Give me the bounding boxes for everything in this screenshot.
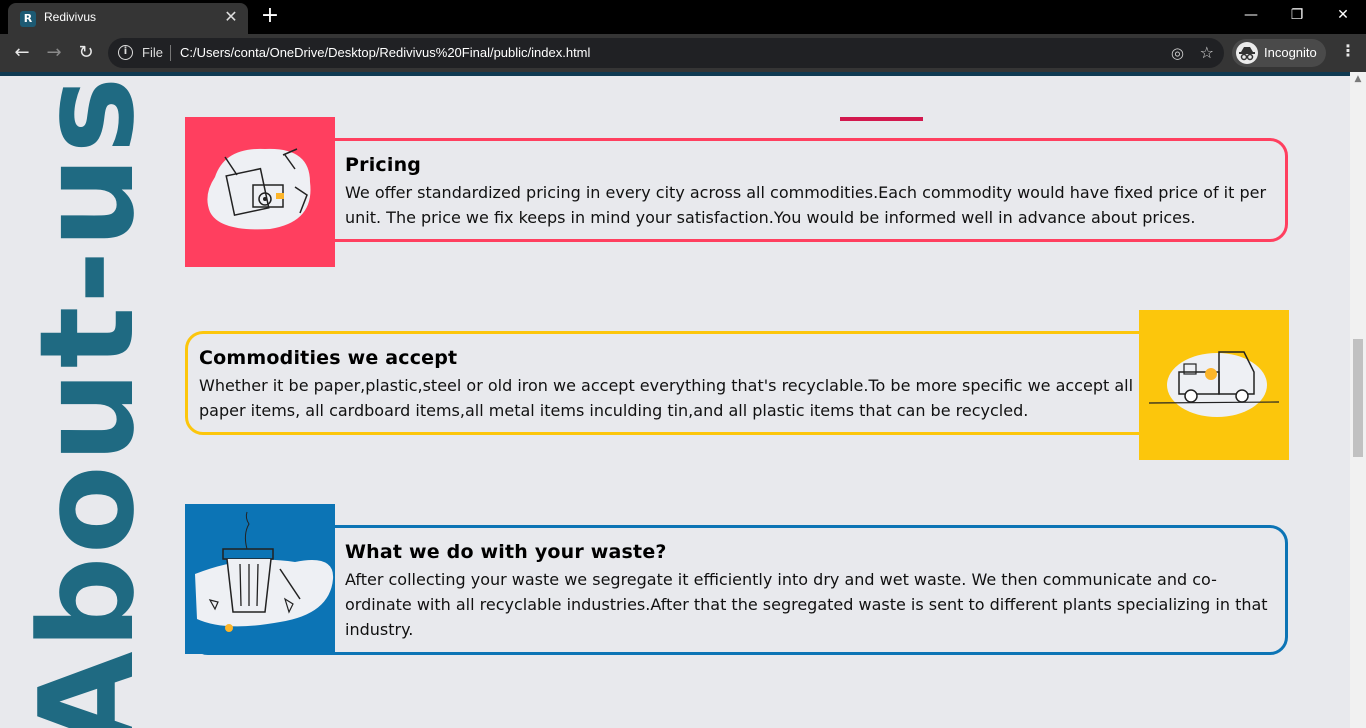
browser-tab[interactable]: R Redivivus ✕ bbox=[8, 3, 248, 34]
commodities-text: Whether it be paper,plastic,steel or old… bbox=[199, 376, 1134, 420]
address-divider bbox=[170, 45, 171, 61]
incognito-icon bbox=[1236, 42, 1258, 64]
scroll-thumb[interactable] bbox=[1353, 339, 1363, 457]
about-section: About-us Pricing We offer standardized p… bbox=[0, 76, 1350, 728]
browser-menu-icon[interactable]: ⋮ bbox=[1338, 41, 1358, 60]
site-info-icon[interactable]: i bbox=[118, 45, 133, 60]
favicon-icon: R bbox=[20, 11, 36, 27]
back-button[interactable]: ← bbox=[10, 41, 34, 65]
restore-button[interactable]: ❐ bbox=[1274, 5, 1320, 27]
tab-strip: R Redivivus ✕ + — ❐ ✕ bbox=[0, 0, 1366, 34]
reload-button[interactable]: ↻ bbox=[74, 41, 98, 65]
waste-title: What we do with your waste? bbox=[345, 541, 667, 563]
window-close-button[interactable]: ✕ bbox=[1320, 5, 1366, 27]
bookmark-star-icon[interactable]: ☆ bbox=[1200, 43, 1214, 62]
minimize-button[interactable]: — bbox=[1228, 5, 1274, 27]
new-tab-button[interactable]: + bbox=[258, 5, 282, 29]
about-us-vertical-title: About-us bbox=[11, 76, 163, 728]
incognito-label: Incognito bbox=[1264, 45, 1317, 60]
scheme-label: File bbox=[142, 45, 163, 60]
tracking-blocked-icon[interactable]: ◎ bbox=[1171, 44, 1184, 62]
pricing-title: Pricing bbox=[345, 154, 422, 176]
scroll-up-arrow-icon[interactable]: ▲ bbox=[1350, 74, 1366, 84]
incognito-badge[interactable]: Incognito bbox=[1232, 39, 1326, 67]
pricing-illustration-icon bbox=[185, 117, 335, 267]
section-accent-bar bbox=[840, 117, 923, 121]
waste-text: After collecting your waste we segregate… bbox=[345, 570, 1268, 639]
address-bar[interactable]: i File C:/Users/conta/OneDrive/Desktop/R… bbox=[108, 38, 1224, 68]
tab-title: Redivivus bbox=[44, 10, 97, 24]
forward-button[interactable]: → bbox=[42, 41, 66, 65]
tab-close-icon[interactable]: ✕ bbox=[222, 8, 240, 26]
browser-toolbar: ← → ↻ i File C:/Users/conta/OneDrive/Des… bbox=[0, 34, 1366, 72]
page-scrollbar[interactable]: ▲ bbox=[1350, 72, 1366, 728]
pricing-text: We offer standardized pricing in every c… bbox=[345, 183, 1267, 227]
commodities-title: Commodities we accept bbox=[199, 347, 458, 369]
trash-can-illustration-icon bbox=[185, 504, 335, 654]
truck-illustration-icon bbox=[1139, 310, 1289, 460]
url-text[interactable]: C:/Users/conta/OneDrive/Desktop/Redivivu… bbox=[180, 45, 590, 60]
